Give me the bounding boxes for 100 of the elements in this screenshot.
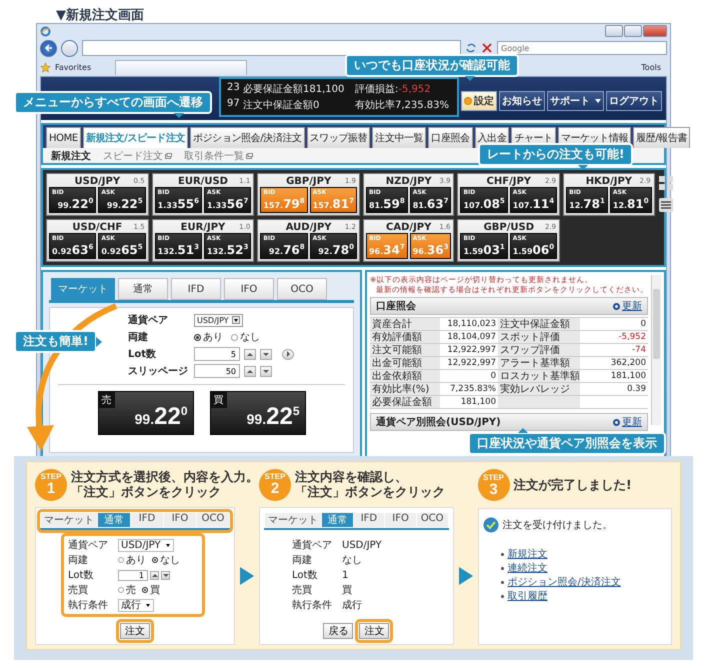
link[interactable]: 連続注文	[508, 561, 548, 575]
menu-tab[interactable]: 注文中一覧	[372, 127, 426, 148]
select-field[interactable]: 成行	[118, 598, 154, 612]
currency-pair: HKD/JPY	[586, 176, 632, 186]
order-type-tab[interactable]: IFO	[385, 513, 416, 527]
currency-select[interactable]: USD/JPY	[194, 314, 243, 326]
select-field[interactable]: USD/JPY	[118, 538, 174, 552]
table-cell: スポット評価	[498, 331, 580, 344]
step-title: 注文方式を選択後、内容を入力。 「注文」ボタンをクリック	[71, 470, 258, 499]
order-type-tab[interactable]: 通常	[118, 278, 168, 300]
step-badge: STEP 3	[478, 469, 510, 501]
order-button[interactable]: 戻る	[323, 623, 354, 639]
table-cell: ロスカット基準額	[498, 370, 580, 383]
order-type-tab[interactable]: マーケット	[265, 513, 321, 527]
decrease-button[interactable]	[161, 570, 170, 580]
header-button[interactable]: サポート	[547, 91, 604, 111]
link[interactable]: 取引履歴	[508, 589, 548, 603]
order-type-tab[interactable]: IFO	[224, 278, 274, 300]
decrease-button[interactable]	[260, 348, 272, 360]
field-label: 両建	[292, 554, 312, 567]
grid-view-icon[interactable]	[658, 175, 674, 191]
menu-tab[interactable]: HOME	[46, 127, 81, 148]
radio-option[interactable]: あり	[118, 553, 146, 567]
radio-option[interactable]: なし	[231, 330, 260, 344]
order-type-tab[interactable]: 通常	[98, 513, 130, 527]
tools-menu[interactable]: Tools	[641, 62, 667, 72]
next-arrow-icon	[458, 566, 472, 584]
menu-tab[interactable]: 履歴/報告書	[633, 127, 690, 148]
order-button[interactable]: 注文	[120, 623, 150, 639]
order-type-tab[interactable]: IFD	[354, 513, 384, 527]
table-cell: アラート基準額	[498, 357, 580, 370]
bullet-icon	[500, 552, 504, 556]
account-summary-text: 有効比率7,235.83%	[355, 98, 450, 112]
down-triangle-icon	[263, 352, 269, 356]
increase-button[interactable]	[244, 366, 256, 376]
number-field[interactable]: 1	[118, 570, 148, 580]
list-view-icon[interactable]	[658, 197, 674, 213]
search-field[interactable]: Google	[497, 41, 667, 55]
refresh-link[interactable]: 更新	[613, 299, 642, 313]
order-button[interactable]: 注文	[359, 623, 390, 639]
play-button[interactable]	[282, 348, 294, 360]
header-button[interactable]: 設定	[461, 91, 497, 111]
refresh-icon	[465, 42, 477, 54]
radio-option[interactable]: あり	[194, 330, 223, 344]
number-field[interactable]: 50	[194, 364, 240, 378]
field-value: 1	[342, 570, 348, 580]
submenu-link[interactable]: スピード注文	[103, 148, 172, 162]
submenu-link[interactable]: 新規注文	[51, 148, 91, 162]
order-type-tab[interactable]: OCO	[197, 513, 229, 527]
currency-pair: GBP/USD	[484, 222, 534, 232]
header-button[interactable]: ログアウト	[606, 91, 662, 111]
table-cell: 0.39	[580, 383, 648, 396]
radio-option[interactable]: なし	[152, 553, 180, 567]
currency-pair: CHF/JPY	[486, 176, 532, 186]
order-type-tab[interactable]: マーケット	[51, 278, 115, 300]
refresh-link[interactable]: 更新	[613, 415, 642, 429]
check-icon	[482, 517, 498, 533]
order-type-tab[interactable]: IFD	[171, 278, 221, 300]
submenu-link[interactable]: 取引条件一覧	[184, 148, 253, 162]
order-price-button[interactable]: 買 99.22$^{5}$	[210, 391, 306, 435]
forward-button[interactable]	[61, 40, 78, 56]
field-value: 買	[342, 584, 352, 597]
order-type-tab[interactable]: OCO	[277, 278, 327, 300]
scrollbar[interactable]	[651, 275, 661, 425]
step-badge: STEP 2	[259, 468, 291, 500]
order-type-tab[interactable]: マーケット	[41, 513, 97, 527]
callout-pointer-icon	[174, 113, 184, 118]
favorites-button[interactable]: Favorites	[55, 62, 92, 72]
order-type-tab[interactable]: IFO	[164, 513, 196, 527]
field-label: 通貨ペア	[68, 538, 108, 552]
back-button[interactable]	[40, 40, 57, 56]
menu-tab[interactable]: スワップ振替	[306, 127, 370, 148]
increase-button[interactable]	[150, 570, 159, 580]
field-label: 売買	[68, 584, 88, 597]
table-cell: スワップ評価	[498, 344, 580, 357]
link[interactable]: ポジション照会/決済注文	[508, 575, 621, 589]
link[interactable]: 新規注文	[508, 547, 548, 561]
order-price-button[interactable]: 売 99.22$^{0}$	[98, 391, 194, 435]
section-title: 通貨ペア別照会(USD/JPY)	[376, 416, 501, 429]
increase-button[interactable]	[244, 348, 256, 360]
order-type-tab[interactable]: IFD	[131, 513, 163, 527]
menu-tab[interactable]: 新規注文/スピード注文	[82, 127, 188, 148]
callout-pointer-icon	[518, 428, 528, 433]
number-field[interactable]: 5	[194, 347, 240, 361]
radio-option[interactable]: 売	[118, 583, 136, 597]
address-field[interactable]	[82, 40, 461, 56]
table-cell: -74	[580, 344, 648, 357]
menu-tab[interactable]: ポジション照会/決済注文	[190, 127, 305, 148]
back-icon	[44, 43, 54, 53]
table-cell: 362,200	[580, 357, 648, 370]
order-type-tab[interactable]: OCO	[416, 513, 448, 527]
radio-option[interactable]: 買	[142, 583, 160, 597]
decrease-button[interactable]	[260, 366, 272, 376]
header-button[interactable]: お知らせ	[499, 91, 545, 111]
menu-tab[interactable]: 口座照会	[428, 127, 473, 148]
order-type-tab[interactable]: 通常	[322, 513, 353, 527]
minimize-button[interactable]	[605, 25, 623, 37]
field-label: 売買	[292, 584, 312, 597]
field-label: Lot数	[128, 348, 156, 361]
maximize-button[interactable]	[624, 25, 642, 37]
